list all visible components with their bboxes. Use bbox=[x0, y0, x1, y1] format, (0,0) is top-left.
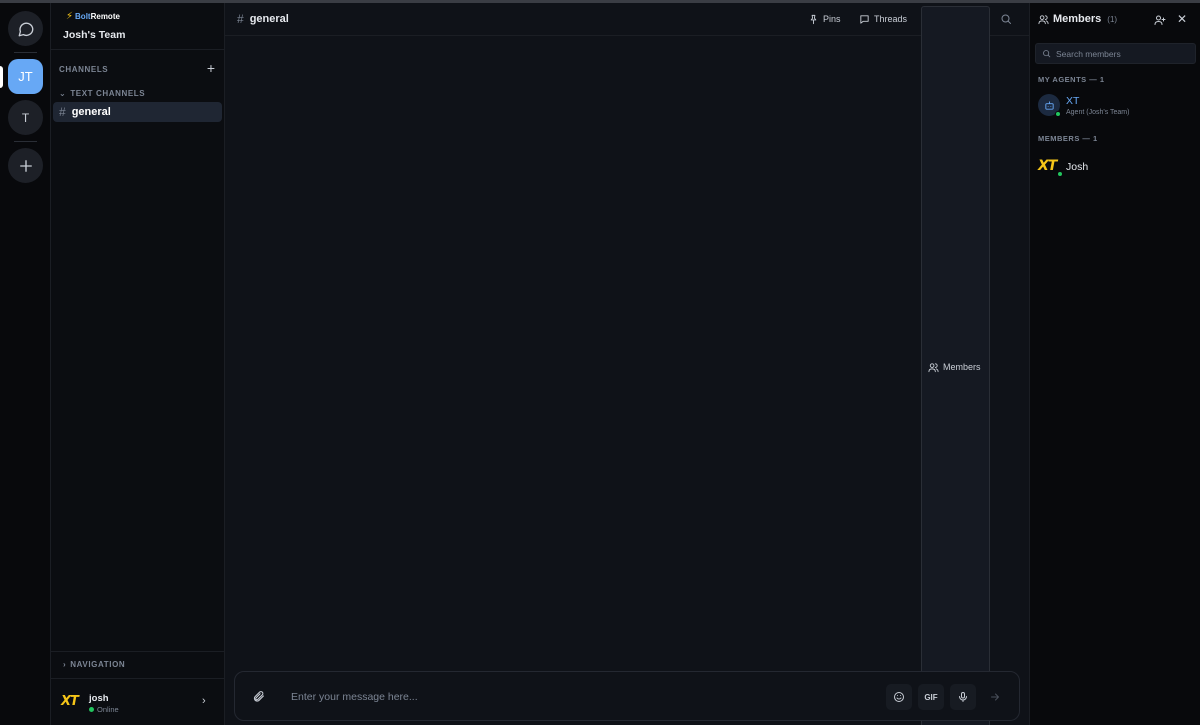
user-avatar: XT bbox=[61, 694, 79, 709]
server-initials: JT bbox=[18, 69, 33, 84]
member-search-input[interactable] bbox=[1056, 48, 1186, 59]
pins-button[interactable]: Pins bbox=[802, 9, 847, 29]
members-panel-title: Members (1) bbox=[1038, 13, 1117, 25]
chevron-right-icon[interactable]: › bbox=[202, 695, 206, 707]
robot-icon bbox=[1044, 100, 1054, 110]
rail-divider bbox=[14, 52, 37, 53]
channel-sidebar: ⚡ Bolt Remote Josh's Team CHANNELS + ⌄ TEX… bbox=[51, 3, 225, 725]
chevron-down-icon: ⌄ bbox=[59, 89, 67, 98]
member-item[interactable]: XT Josh bbox=[1035, 156, 1196, 180]
message-input[interactable] bbox=[291, 686, 871, 708]
plus-icon: + bbox=[206, 60, 216, 76]
text-channels-label: TEXT CHANNELS bbox=[70, 89, 146, 98]
search-icon[interactable] bbox=[1000, 13, 1012, 25]
hash-icon: # bbox=[237, 12, 244, 26]
online-status-dot bbox=[89, 707, 94, 712]
add-channel-button[interactable]: + bbox=[205, 61, 217, 75]
plus-icon bbox=[19, 159, 32, 172]
message-composer: GIF bbox=[234, 671, 1020, 721]
pin-icon bbox=[810, 14, 817, 24]
add-server-button[interactable] bbox=[8, 148, 43, 183]
agent-item[interactable]: XT Agent (Josh's Team) bbox=[1035, 92, 1196, 120]
channel-name: general bbox=[71, 106, 111, 118]
paperclip-icon[interactable] bbox=[252, 690, 265, 703]
members-label: Members bbox=[943, 362, 981, 372]
server-jt-button[interactable]: JT bbox=[8, 59, 43, 94]
member-avatar: XT bbox=[1038, 158, 1063, 177]
emoji-button[interactable] bbox=[886, 684, 912, 710]
agents-section-label: MY AGENTS — 1 bbox=[1038, 75, 1105, 84]
channels-section-label: CHANNELS bbox=[59, 65, 109, 74]
navigation-toggle[interactable]: › NAVIGATION bbox=[63, 660, 125, 669]
chevron-right-icon: › bbox=[63, 660, 67, 669]
server-t-button[interactable]: T bbox=[8, 100, 43, 135]
threads-label: Threads bbox=[874, 14, 908, 24]
members-panel: Members (1) ✕ MY AGENTS — 1 XT Agent (Jo… bbox=[1029, 3, 1200, 725]
app-logo: ⚡ Bolt Remote bbox=[66, 11, 120, 22]
sidebar-divider bbox=[51, 49, 225, 50]
user-name: josh bbox=[89, 693, 109, 704]
gif-button[interactable]: GIF bbox=[918, 684, 944, 710]
thread-icon bbox=[860, 14, 869, 24]
member-avatar-text: XT bbox=[1038, 158, 1057, 174]
add-member-icon[interactable] bbox=[1154, 14, 1166, 26]
online-status-dot bbox=[1057, 171, 1063, 177]
navigation-label: NAVIGATION bbox=[70, 660, 126, 669]
members-title-text: Members bbox=[1053, 13, 1102, 25]
search-icon bbox=[1043, 50, 1051, 58]
channel-title-text: general bbox=[249, 13, 289, 25]
direct-messages-button[interactable] bbox=[8, 11, 43, 46]
sidebar-divider bbox=[51, 678, 225, 679]
smile-icon bbox=[894, 692, 904, 702]
team-name[interactable]: Josh's Team bbox=[63, 29, 125, 41]
member-search bbox=[1035, 43, 1196, 64]
agent-subtitle: Agent (Josh's Team) bbox=[1066, 109, 1130, 116]
members-section-label: MEMBERS — 1 bbox=[1038, 134, 1098, 143]
server-initials: T bbox=[21, 110, 30, 125]
text-channels-toggle[interactable]: ⌄ TEXT CHANNELS bbox=[59, 89, 145, 98]
chat-bubble-icon bbox=[18, 21, 33, 36]
bolt-icon: ⚡ bbox=[66, 11, 74, 22]
arrow-right-icon bbox=[991, 693, 999, 701]
hash-icon: # bbox=[59, 105, 66, 119]
users-icon bbox=[928, 362, 939, 372]
gif-label: GIF bbox=[924, 692, 938, 702]
members-panel-header: Members (1) ✕ bbox=[1030, 3, 1200, 37]
user-panel[interactable]: XT josh Online › bbox=[51, 681, 225, 725]
send-button[interactable] bbox=[982, 684, 1008, 710]
pins-label: Pins bbox=[823, 14, 841, 24]
active-server-indicator bbox=[0, 66, 3, 88]
brand-part-2: Remote bbox=[90, 12, 120, 21]
microphone-icon bbox=[959, 692, 967, 702]
online-status-dot bbox=[1055, 111, 1061, 117]
members-button[interactable]: Members bbox=[921, 6, 990, 725]
channel-item-general[interactable]: # general bbox=[53, 102, 222, 122]
member-name: Josh bbox=[1066, 161, 1089, 173]
user-status: Online bbox=[89, 705, 119, 714]
brand-part-1: Bolt bbox=[75, 12, 91, 21]
sidebar-divider bbox=[51, 651, 225, 652]
server-rail: JT T bbox=[0, 3, 51, 725]
rail-divider bbox=[14, 141, 37, 142]
threads-button[interactable]: Threads bbox=[853, 9, 913, 29]
chat-main: # general Pins Threads Members GIF bbox=[225, 3, 1029, 725]
microphone-button[interactable] bbox=[950, 684, 976, 710]
agent-name: XT bbox=[1066, 95, 1080, 107]
agent-avatar bbox=[1038, 94, 1061, 117]
user-status-text: Online bbox=[97, 705, 119, 714]
users-icon bbox=[1038, 14, 1049, 24]
members-count: (1) bbox=[1107, 14, 1118, 24]
close-icon[interactable]: ✕ bbox=[1177, 12, 1189, 26]
channel-title: # general bbox=[237, 12, 289, 26]
channel-header: # general Pins Threads Members bbox=[225, 3, 1029, 725]
